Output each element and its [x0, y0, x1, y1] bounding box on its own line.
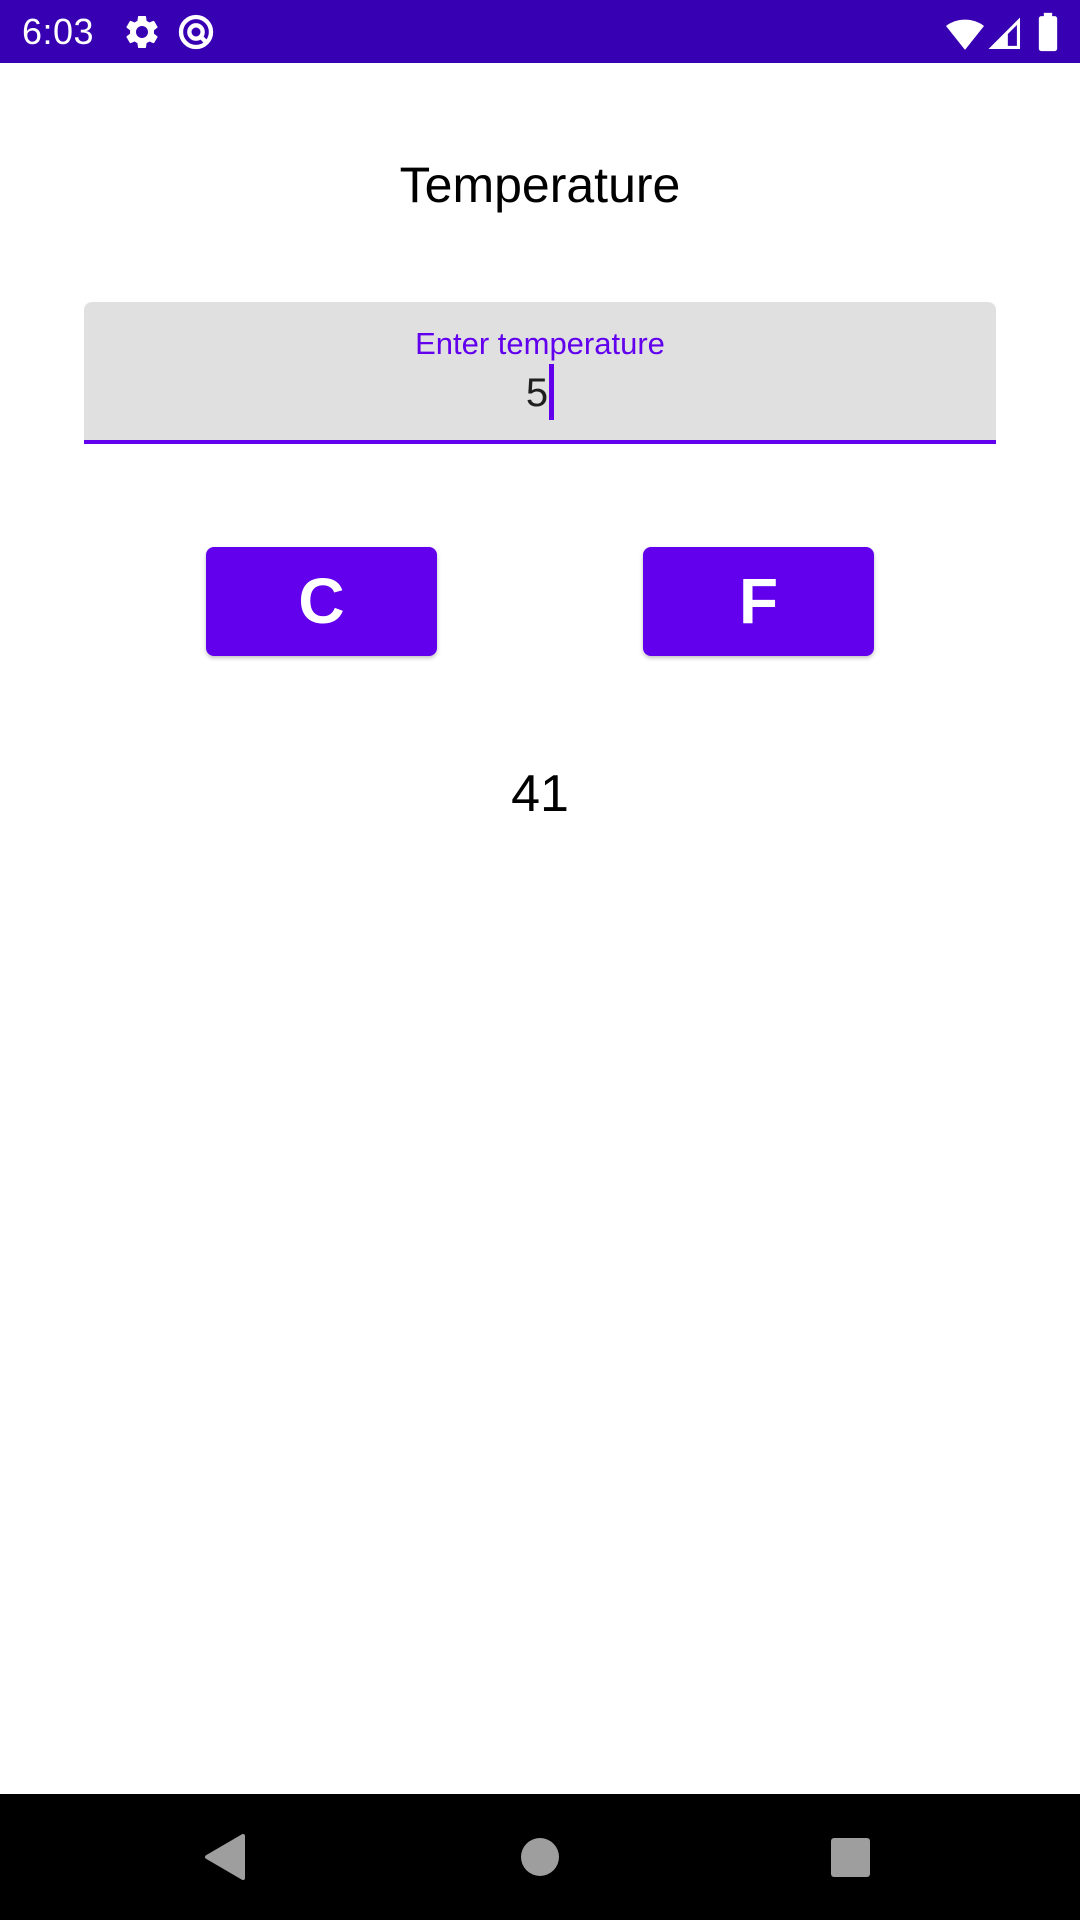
navigation-bar	[0, 1794, 1080, 1920]
battery-icon	[1038, 12, 1058, 52]
home-icon[interactable]	[480, 1794, 600, 1920]
signal-icon	[988, 17, 1021, 50]
conversion-result: 41	[511, 765, 569, 823]
wifi-icon	[946, 19, 984, 50]
temperature-input-value[interactable]: 5	[526, 364, 548, 422]
temperature-input[interactable]: Enter temperature 5	[84, 302, 996, 444]
page-title: Temperature	[399, 157, 681, 213]
back-icon[interactable]	[165, 1794, 285, 1920]
text-cursor	[549, 364, 555, 420]
recents-icon[interactable]	[790, 1794, 910, 1920]
fahrenheit-button[interactable]: F	[643, 547, 874, 656]
temperature-input-content[interactable]: 5	[84, 364, 996, 424]
status-time: 6:03	[22, 11, 95, 52]
celsius-button[interactable]: C	[206, 547, 437, 656]
gear-icon	[126, 15, 158, 48]
temperature-input-label: Enter temperature	[415, 326, 665, 361]
status-bar: 6:03	[0, 0, 1080, 63]
sync-icon	[178, 14, 214, 50]
